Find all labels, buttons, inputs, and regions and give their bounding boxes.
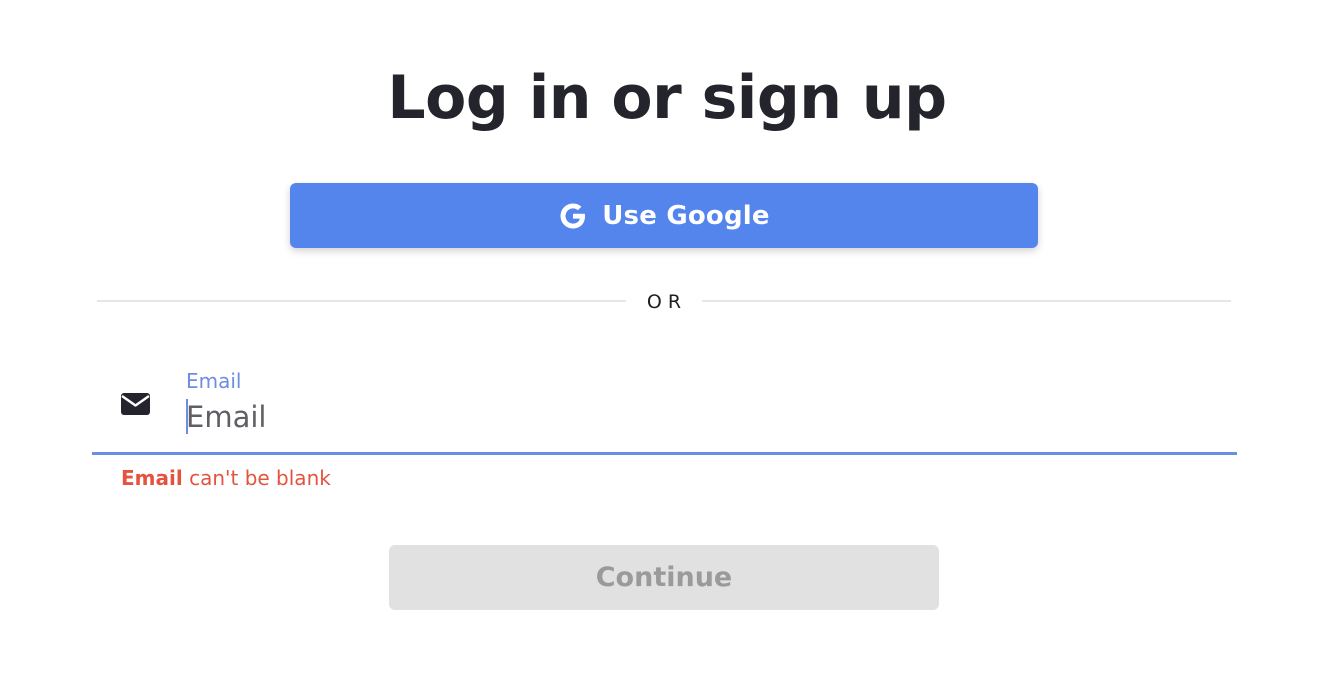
use-google-label: Use Google	[602, 200, 770, 231]
page-title: Log in or sign up	[387, 63, 947, 133]
divider-line-right	[702, 300, 1231, 302]
email-error-message: Email can't be blank	[121, 466, 331, 490]
divider-line-left	[97, 300, 626, 302]
use-google-button[interactable]: Use Google	[290, 183, 1038, 248]
divider-or-text: OR	[646, 291, 688, 313]
email-floating-label: Email	[186, 369, 242, 393]
continue-button[interactable]: Continue	[389, 545, 939, 610]
google-icon	[558, 201, 588, 231]
text-cursor	[186, 399, 188, 434]
email-field-container: Email	[92, 355, 1237, 455]
envelope-icon	[120, 391, 152, 417]
login-page: Log in or sign up Use Google OR Email Em…	[0, 0, 1334, 700]
error-text: can't be blank	[182, 466, 331, 490]
email-input[interactable]	[184, 397, 1226, 437]
error-field-name: Email	[121, 466, 183, 490]
